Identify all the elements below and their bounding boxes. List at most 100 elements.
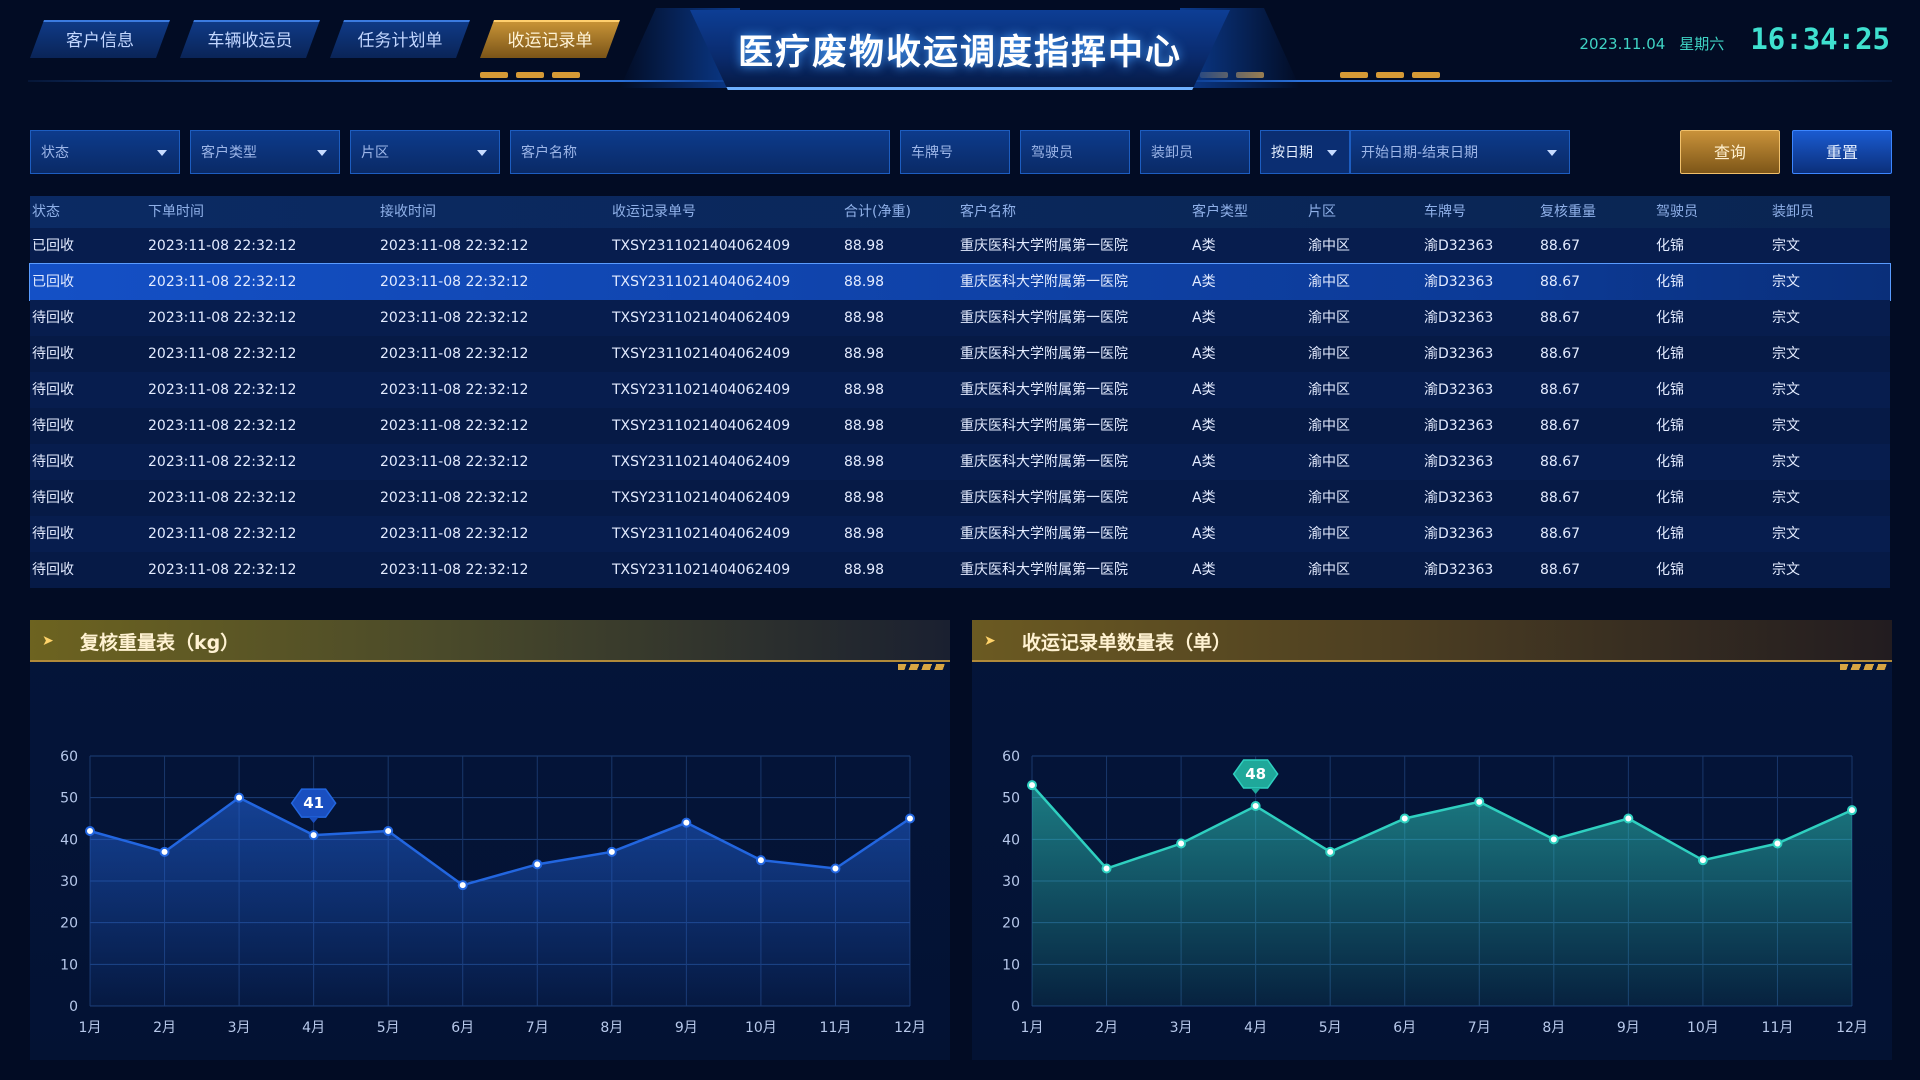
table-row[interactable]: 待回收 2023:11-08 22:32:12 2023:11-08 22:32:1… bbox=[30, 408, 1890, 444]
table-cell: 渝中区 bbox=[1308, 238, 1350, 254]
x-tick-label: 6月 bbox=[1393, 1020, 1416, 1036]
x-tick-label: 9月 bbox=[675, 1020, 698, 1036]
data-point bbox=[1623, 813, 1634, 824]
table-row[interactable]: 待回收 2023:11-08 22:32:12 2023:11-08 22:32:1… bbox=[30, 300, 1890, 336]
table-cell: TXSY2311021404062409 bbox=[612, 238, 791, 254]
table-cell: A类 bbox=[1192, 310, 1216, 326]
table-cell: 渝D32363 bbox=[1424, 310, 1494, 326]
chevron-down-icon bbox=[477, 150, 487, 156]
date-mode-select[interactable]: 按日期 bbox=[1260, 130, 1350, 174]
plate-input[interactable]: 车牌号 bbox=[900, 130, 1010, 174]
table-cell: 2023:11-08 22:32:12 bbox=[148, 274, 297, 290]
x-tick-label: 10月 bbox=[1687, 1020, 1719, 1036]
table-cell: A类 bbox=[1192, 274, 1216, 290]
table-row[interactable]: 已回收 2023:11-08 22:32:12 2023:11-08 22:32:1… bbox=[29, 263, 1891, 301]
data-point bbox=[1101, 863, 1112, 874]
table-cell: 化锦 bbox=[1656, 382, 1684, 398]
reset-button[interactable]: 重置 bbox=[1792, 130, 1892, 174]
weight-chart-panel: ➤ 复核重量表（kg） 0 10 20 30 40 50 60 1月 2月 3月 4月 5月 6月 7月 8… bbox=[30, 620, 950, 1060]
decor-dash bbox=[516, 72, 544, 78]
panel-title: 收运记录单数量表（单） bbox=[1022, 632, 1232, 654]
customer-type-select[interactable]: 客户类型 bbox=[190, 130, 340, 174]
table-cell: 渝D32363 bbox=[1424, 274, 1494, 290]
area-select[interactable]: 片区 bbox=[350, 130, 500, 174]
table-cell: 88.98 bbox=[844, 274, 885, 290]
table-cell: 待回收 bbox=[32, 382, 74, 398]
table-cell: 化锦 bbox=[1656, 310, 1684, 326]
x-tick-label: 7月 bbox=[526, 1020, 549, 1036]
table-row[interactable]: 待回收 2023:11-08 22:32:12 2023:11-08 22:32:1… bbox=[30, 516, 1890, 552]
customer-name-input[interactable]: 客户名称 bbox=[510, 130, 890, 174]
records-count-chart: 0 10 20 30 40 50 60 1月 2月 3月 4月 5月 6月 7月 8月 9月 10月 11月 12月… bbox=[1002, 749, 1868, 1036]
x-tick-label: 11月 bbox=[820, 1020, 852, 1036]
table-cell: 2023:11-08 22:32:12 bbox=[148, 346, 297, 362]
tab-vehicle-collectors[interactable]: 车辆收运员 bbox=[180, 20, 320, 58]
table-row[interactable]: 待回收 2023:11-08 22:32:12 2023:11-08 22:32:1… bbox=[30, 444, 1890, 480]
data-point bbox=[1847, 805, 1857, 816]
column-header: 收运记录单号 bbox=[612, 204, 696, 220]
column-header: 客户名称 bbox=[960, 204, 1016, 220]
decor-dash bbox=[1412, 72, 1440, 78]
x-tick-label: 10月 bbox=[745, 1020, 777, 1036]
y-tick-label: 10 bbox=[60, 957, 78, 973]
table-cell: 2023:11-08 22:32:12 bbox=[148, 454, 297, 470]
table-cell: 88.67 bbox=[1540, 490, 1581, 506]
chevron-down-icon bbox=[317, 150, 327, 156]
x-tick-label: 6月 bbox=[451, 1020, 474, 1036]
table-cell: 宗文 bbox=[1772, 526, 1800, 542]
table-cell: 2023:11-08 22:32:12 bbox=[148, 526, 297, 542]
table-cell: 宗文 bbox=[1772, 382, 1800, 398]
table-cell: 2023:11-08 22:32:12 bbox=[380, 490, 529, 506]
table-cell: 渝D32363 bbox=[1424, 562, 1494, 578]
table-cell: 待回收 bbox=[32, 454, 74, 470]
decor-stripes bbox=[898, 664, 946, 670]
tab-collection-records[interactable]: 收运记录单 bbox=[480, 20, 620, 58]
table-row[interactable]: 已回收 2023:11-08 22:32:12 2023:11-08 22:32:1… bbox=[30, 228, 1890, 264]
table-cell: 2023:11-08 22:32:12 bbox=[380, 346, 529, 362]
records-table: 状态 下单时间 接收时间 收运记录单号 合计(净重) 客户名称 客户类型 片区 车牌号 复核重量 驾… bbox=[29, 196, 1891, 588]
table-cell: 2023:11-08 22:32:12 bbox=[148, 418, 297, 434]
table-cell: 化锦 bbox=[1656, 454, 1684, 470]
x-tick-label: 1月 bbox=[79, 1020, 102, 1036]
table-row[interactable]: 待回收 2023:11-08 22:32:12 2023:11-08 22:32:1… bbox=[30, 480, 1890, 516]
table-cell: 宗文 bbox=[1772, 238, 1800, 254]
tab-customer-info[interactable]: 客户信息 bbox=[30, 20, 170, 58]
date-range-picker[interactable]: 开始日期-结束日期 bbox=[1350, 130, 1570, 174]
table-cell: 待回收 bbox=[32, 562, 74, 578]
x-tick-label: 5月 bbox=[377, 1020, 400, 1036]
x-tick-label: 4月 bbox=[1244, 1020, 1267, 1036]
records-count-chart-panel: ➤ 收运记录单数量表（单） 0 10 20 30 40 50 60 1月 2月 3月 4月 5月 6月 7… bbox=[972, 620, 1892, 1060]
tab-task-plan[interactable]: 任务计划单 bbox=[330, 20, 470, 58]
table-cell: 化锦 bbox=[1656, 274, 1684, 290]
table-cell: 88.67 bbox=[1540, 454, 1581, 470]
customer-name-placeholder: 客户名称 bbox=[521, 145, 577, 161]
table-cell: 2023:11-08 22:32:12 bbox=[380, 310, 529, 326]
table-cell: 重庆医科大学附属第一医院 bbox=[960, 454, 1128, 470]
status-select[interactable]: 状态 bbox=[30, 130, 180, 174]
decor-dash bbox=[1340, 72, 1368, 78]
loader-input[interactable]: 装卸员 bbox=[1140, 130, 1250, 174]
data-point bbox=[532, 859, 543, 870]
table-cell: 2023:11-08 22:32:12 bbox=[148, 310, 297, 326]
driver-input[interactable]: 驾驶员 bbox=[1020, 130, 1130, 174]
table-cell: 渝D32363 bbox=[1424, 238, 1494, 254]
area-select-label: 片区 bbox=[361, 145, 389, 161]
table-cell: 已回收 bbox=[32, 274, 74, 290]
table-cell: 渝D32363 bbox=[1424, 454, 1494, 470]
table-cell: 化锦 bbox=[1656, 526, 1684, 542]
query-button[interactable]: 查询 bbox=[1680, 130, 1780, 174]
column-header: 片区 bbox=[1308, 204, 1336, 220]
loader-placeholder: 装卸员 bbox=[1151, 145, 1193, 161]
decor-dash bbox=[1376, 72, 1404, 78]
panel-header: ➤ 收运记录单数量表（单） bbox=[972, 620, 1892, 662]
table-cell: TXSY2311021404062409 bbox=[612, 526, 791, 542]
table-row[interactable]: 待回收 2023:11-08 22:32:12 2023:11-08 22:32:1… bbox=[30, 552, 1890, 588]
table-row[interactable]: 待回收 2023:11-08 22:32:12 2023:11-08 22:32:1… bbox=[30, 372, 1890, 408]
table-cell: 88.98 bbox=[844, 310, 885, 326]
y-tick-label: 10 bbox=[1002, 957, 1020, 973]
table-row[interactable]: 待回收 2023:11-08 22:32:12 2023:11-08 22:32:1… bbox=[30, 336, 1890, 372]
table-cell: 88.98 bbox=[844, 454, 885, 470]
chevron-down-icon bbox=[1327, 150, 1337, 156]
table-cell: 重庆医科大学附属第一医院 bbox=[960, 238, 1128, 254]
header: 客户信息 车辆收运员 任务计划单 收运记录单 医疗废物收运调度指挥中心 2023… bbox=[0, 0, 1920, 110]
